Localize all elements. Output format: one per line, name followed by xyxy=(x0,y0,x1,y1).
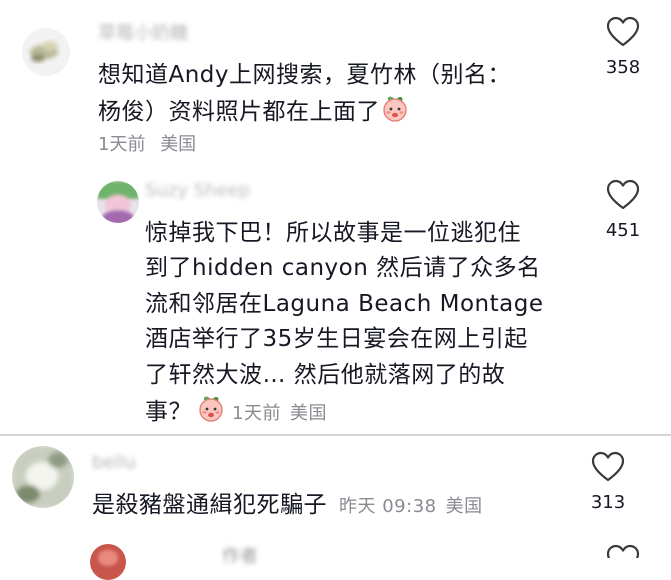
comment-text-line: 惊掉我下巴！所以故事是一位逃犯住 xyxy=(145,220,521,246)
comment-text-line: 到了hidden canyon 然后请了众多名 xyxy=(145,255,541,282)
heart-outline-icon[interactable] xyxy=(606,179,640,211)
peach-face-emoji xyxy=(196,393,226,434)
avatar[interactable] xyxy=(90,544,126,580)
comment-text-line: 酒店举行了35岁生日宴会在网上引起 xyxy=(145,326,528,353)
divider xyxy=(0,434,671,436)
like-button[interactable] xyxy=(593,544,653,558)
like-count: 451 xyxy=(605,220,641,241)
like-button[interactable]: 358 xyxy=(593,16,653,78)
comment-username[interactable]: 作者 xyxy=(222,542,258,568)
peach-face-emoji xyxy=(380,93,410,134)
avatar[interactable] xyxy=(22,28,70,76)
comment-text-line: 杨俊）资料照片都在上面了 xyxy=(98,93,578,134)
comment-location: 美国 xyxy=(289,403,327,425)
like-count: 313 xyxy=(590,492,626,513)
like-button[interactable]: 451 xyxy=(593,179,653,241)
comment-text: 惊掉我下巴！所以故事是一位逃犯住 到了hidden canyon 然后请了众多名… xyxy=(145,216,585,434)
like-count: 358 xyxy=(605,57,641,78)
comment-location: 美国 xyxy=(160,134,197,155)
avatar[interactable] xyxy=(12,446,74,508)
comment-time: 昨天 09:38 xyxy=(339,496,437,517)
comment-text-segment: 杨俊）资料照片都在上面了 xyxy=(98,99,380,126)
comment-text-line: 想知道Andy上网搜索，夏竹林（别名： xyxy=(98,62,512,88)
comment-text: 是殺豬盤通緝犯死騙子 昨天 09:38 美国 xyxy=(92,488,592,524)
comment-text-segment: 是殺豬盤通緝犯死騙子 xyxy=(92,492,327,518)
comment-text-line: 流和邻居在Laguna Beach Montage xyxy=(145,290,544,317)
comment-time: 1天前 xyxy=(232,403,281,425)
comment-username[interactable]: Suzy Sheep xyxy=(145,180,250,201)
heart-outline-icon[interactable] xyxy=(606,16,640,48)
comment-username[interactable]: 草莓小奶糖 xyxy=(98,19,188,45)
heart-outline-icon[interactable] xyxy=(606,544,640,558)
comment-meta: 1天前 美国 xyxy=(98,130,196,156)
comment-time: 1天前 xyxy=(98,134,146,155)
comment-location: 美国 xyxy=(445,496,483,517)
comment-text-segment: 事？ xyxy=(145,399,192,426)
like-button[interactable]: 313 xyxy=(578,451,638,513)
comment-username[interactable]: bellu xyxy=(92,452,136,473)
comment-text-line: 了轩然大波… 然后他就落网了的故 xyxy=(145,361,506,388)
avatar[interactable] xyxy=(97,181,139,223)
comment-text-line: 事？ 1天前 美国 xyxy=(145,393,585,434)
heart-outline-icon[interactable] xyxy=(591,451,625,483)
comment-text: 想知道Andy上网搜索，夏竹林（别名： 杨俊）资料照片都在上面了 xyxy=(98,58,578,135)
